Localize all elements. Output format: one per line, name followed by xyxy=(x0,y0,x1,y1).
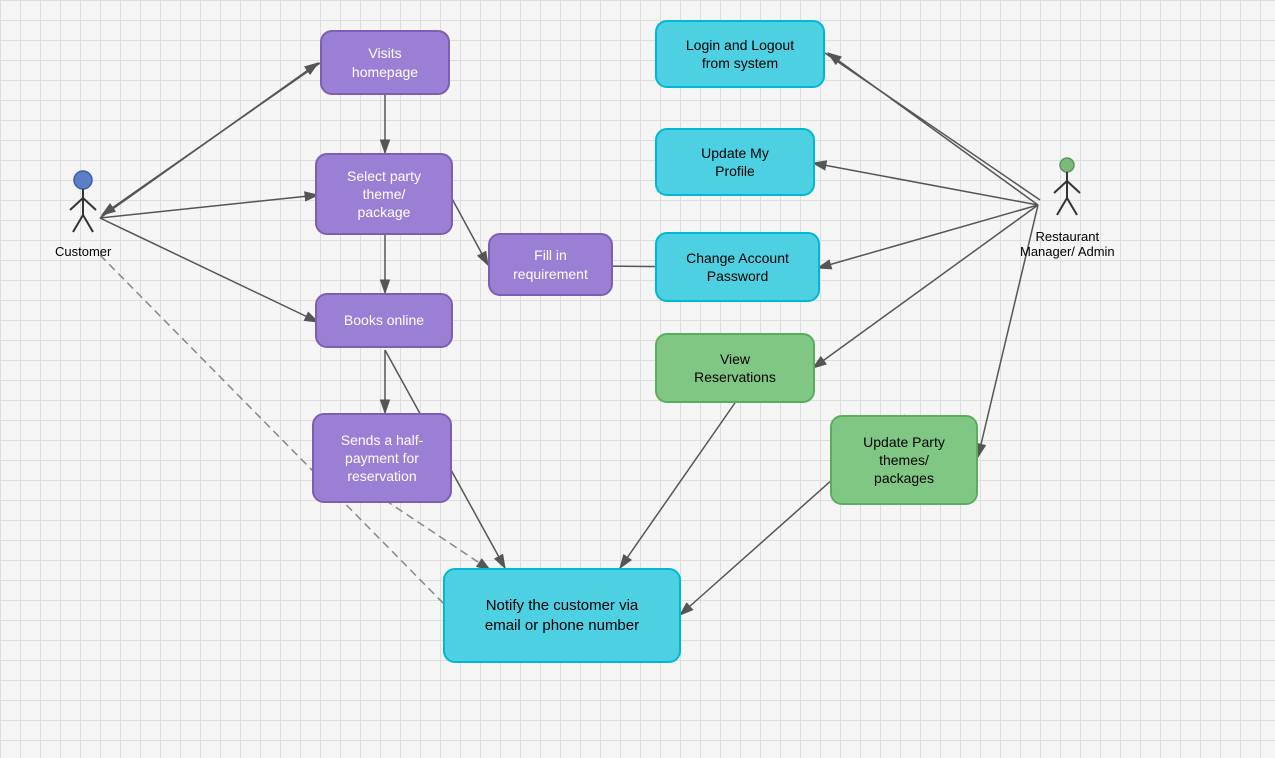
customer-actor: Customer xyxy=(55,170,111,259)
customer-stick-figure xyxy=(65,170,101,240)
manager-actor: RestaurantManager/ Admin xyxy=(1020,155,1115,259)
view-reservations-node: ViewReservations xyxy=(655,333,815,403)
diagram-container: Customer RestaurantManager/ Admin Visits… xyxy=(0,0,1275,758)
change-password-node: Change AccountPassword xyxy=(655,232,820,302)
books-online-node: Books online xyxy=(315,293,453,348)
select-party-node: Select partytheme/package xyxy=(315,153,453,235)
login-logout-node: Login and Logoutfrom system xyxy=(655,20,825,88)
notify-node: Notify the customer viaemail or phone nu… xyxy=(443,568,681,663)
manager-stick-figure xyxy=(1049,155,1085,225)
visits-homepage-node: Visits homepage xyxy=(320,30,450,95)
sends-payment-node: Sends a half-payment forreservation xyxy=(312,413,452,503)
fill-requirement-node: Fill inrequirement xyxy=(488,233,613,296)
customer-label: Customer xyxy=(55,244,111,259)
manager-label: RestaurantManager/ Admin xyxy=(1020,229,1115,259)
update-profile-node: Update MyProfile xyxy=(655,128,815,196)
update-party-node: Update Partythemes/packages xyxy=(830,415,978,505)
